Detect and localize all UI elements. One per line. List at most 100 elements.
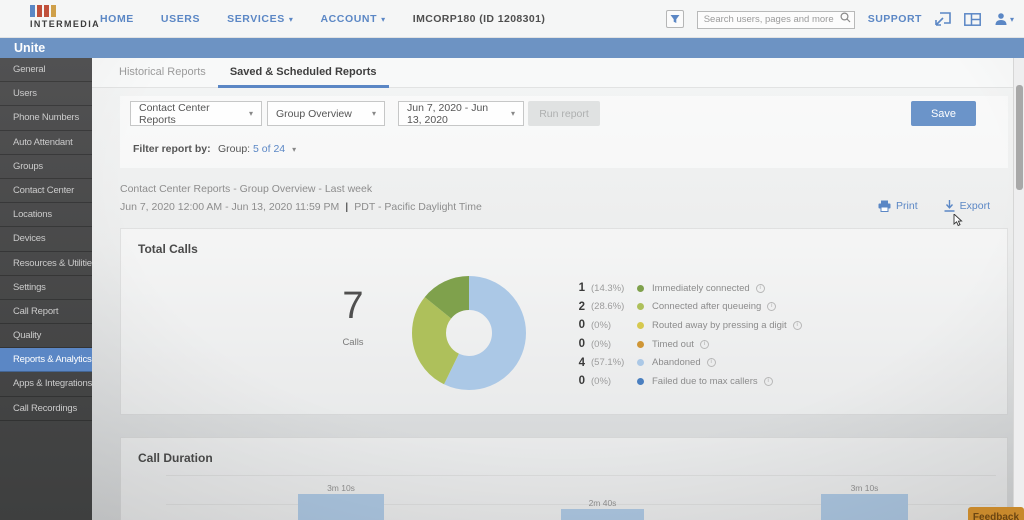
feedback-label: Feedback	[972, 512, 1020, 520]
legend-label: Timed out	[652, 338, 694, 350]
sidebar-nav: General Users Phone Numbers Auto Attendant G…	[0, 58, 92, 520]
nav-link-services[interactable]: SERVICES ▾	[227, 13, 293, 25]
export-button[interactable]: Export	[944, 200, 990, 212]
search-input[interactable]	[696, 10, 855, 29]
scrollbar-thumb[interactable]	[1016, 85, 1023, 190]
date-range-dropdown[interactable]: Jun 7, 2020 - Jun 13, 2020 ▾	[398, 101, 524, 126]
printer-icon	[878, 200, 891, 212]
legend-dot-icon	[637, 377, 644, 385]
sidebar-item-settings[interactable]: Settings	[0, 276, 92, 300]
sidebar-item-general[interactable]: General	[0, 58, 92, 83]
sidebar-item-users[interactable]: Users	[0, 82, 92, 107]
account-id: IMCORP180 (ID 1208301)	[412, 13, 546, 25]
print-label: Print	[896, 200, 918, 212]
panels-grid-icon[interactable]	[964, 12, 981, 26]
duration-bar	[561, 509, 644, 520]
info-icon[interactable]: i	[763, 376, 773, 386]
report-type-dropdown[interactable]: Contact Center Reports ▾	[130, 101, 262, 126]
report-type-value: Contact Center Reports	[139, 101, 210, 126]
main-content: Historical Reports Saved & Scheduled Repo…	[92, 58, 1024, 520]
report-actions: Print Export	[878, 200, 990, 212]
gridline	[166, 475, 996, 476]
chevron-down-icon: ▾	[292, 145, 297, 154]
report-subtitle: Jun 7, 2020 12:00 AM - Jun 13, 2020 11:5…	[120, 201, 482, 213]
separator: |	[345, 201, 349, 213]
intermedia-logo[interactable]: INTERMEDIA	[30, 5, 100, 29]
legend-dot-icon	[637, 359, 644, 367]
legend-row: 4 (57.1%) Abandoned i	[569, 353, 802, 372]
info-icon[interactable]: i	[755, 283, 765, 293]
duration-bar-label: 3m 10s	[850, 483, 879, 493]
legend-row: 1 (14.3%) Immediately connected i	[569, 279, 802, 298]
sidebar-item-resources-utilities[interactable]: Resources & Utilities	[0, 252, 92, 276]
sidebar-item-reports-analytics[interactable]: Reports & Analytics	[0, 348, 92, 373]
unite-app-bar: Unite	[0, 38, 1024, 58]
legend-dot-icon	[637, 340, 644, 348]
page-scrollbar[interactable]	[1013, 58, 1024, 520]
legend-percent: (57.1%)	[591, 357, 625, 369]
search-wrap	[696, 9, 855, 29]
intermedia-logo-bars-icon	[30, 5, 100, 17]
legend-row: 0 (0%) Routed away by pressing a digit i	[569, 316, 802, 335]
chevron-down-icon: ▾	[510, 109, 515, 118]
report-filter-panel: Contact Center Reports ▾ Group Overview …	[120, 96, 1008, 168]
sidebar-item-phone-numbers[interactable]: Phone Numbers	[0, 106, 92, 131]
download-icon	[944, 200, 955, 212]
tabs-bar: Historical Reports Saved & Scheduled Repo…	[92, 58, 1024, 88]
group-value-link[interactable]: 5 of 24	[253, 143, 285, 155]
sidebar-item-call-recordings[interactable]: Call Recordings	[0, 397, 92, 421]
run-report-button[interactable]: Run report	[528, 101, 600, 126]
report-header: Contact Center Reports - Group Overview …	[120, 178, 1008, 227]
save-button[interactable]: Save	[911, 101, 976, 126]
support-link[interactable]: SUPPORT	[868, 13, 922, 25]
report-view-dropdown[interactable]: Group Overview ▾	[267, 101, 385, 126]
screen-share-exit-icon[interactable]	[935, 12, 951, 26]
legend-label: Abandoned	[652, 357, 701, 369]
tab-saved-scheduled-reports[interactable]: Saved & Scheduled Reports	[217, 58, 389, 88]
user-menu[interactable]: ▾	[994, 12, 1014, 26]
legend-value: 2	[578, 300, 585, 313]
sidebar-item-quality[interactable]: Quality	[0, 324, 92, 349]
report-title: Contact Center Reports - Group Overview …	[120, 183, 373, 195]
tab-historical-reports[interactable]: Historical Reports	[107, 58, 218, 88]
legend-value: 4	[578, 356, 585, 369]
nav-link-account[interactable]: ACCOUNT ▾	[320, 13, 385, 25]
legend-percent: (28.6%)	[591, 301, 625, 313]
sidebar-item-groups[interactable]: Groups	[0, 155, 92, 179]
sidebar-item-apps-integrations[interactable]: Apps & Integrations	[0, 372, 92, 397]
duration-bar-label: 3m 10s	[327, 483, 355, 493]
nav-link-users[interactable]: USERS	[161, 13, 200, 25]
total-calls-card: Total Calls 7 Calls 1 (14.3%) Immediately …	[120, 228, 1008, 415]
total-calls-legend: 1 (14.3%) Immediately connected i 2 (28.6%) Co…	[569, 279, 802, 391]
legend-label: Routed away by pressing a digit	[652, 319, 787, 331]
feedback-button[interactable]: Feedback	[968, 507, 1024, 520]
legend-row: 0 (0%) Failed due to max callers i	[569, 372, 802, 391]
sidebar-item-devices[interactable]: Devices	[0, 227, 92, 252]
legend-value: 0	[578, 319, 585, 332]
chevron-down-icon: ▾	[381, 15, 386, 24]
info-icon[interactable]: i	[699, 339, 709, 349]
duration-bar	[298, 494, 384, 520]
export-label: Export	[959, 200, 990, 212]
legend-dot-icon	[637, 303, 644, 311]
legend-dot-icon	[637, 321, 644, 329]
nav-link-home[interactable]: HOME	[100, 13, 134, 25]
brand-name: INTERMEDIA	[30, 19, 100, 29]
funnel-icon	[670, 15, 680, 23]
legend-percent: (0%)	[591, 338, 612, 350]
user-icon	[995, 13, 1007, 25]
legend-value: 1	[578, 282, 585, 295]
sidebar-item-auto-attendant[interactable]: Auto Attendant	[0, 131, 92, 155]
total-calls-donut-chart	[412, 276, 526, 390]
info-icon[interactable]: i	[706, 358, 716, 368]
chevron-down-icon: ▾	[248, 109, 253, 118]
sidebar-item-contact-center[interactable]: Contact Center	[0, 179, 92, 204]
chevron-down-icon: ▾	[1009, 14, 1014, 24]
group-filter[interactable]: Group: 5 of 24 ▾	[218, 143, 296, 155]
search-filter-button[interactable]	[665, 10, 684, 28]
sidebar-item-locations[interactable]: Locations	[0, 203, 92, 228]
sidebar-item-call-report[interactable]: Call Report	[0, 300, 92, 325]
info-icon[interactable]: i	[767, 302, 777, 312]
print-button[interactable]: Print	[878, 200, 918, 212]
info-icon[interactable]: i	[792, 320, 802, 330]
